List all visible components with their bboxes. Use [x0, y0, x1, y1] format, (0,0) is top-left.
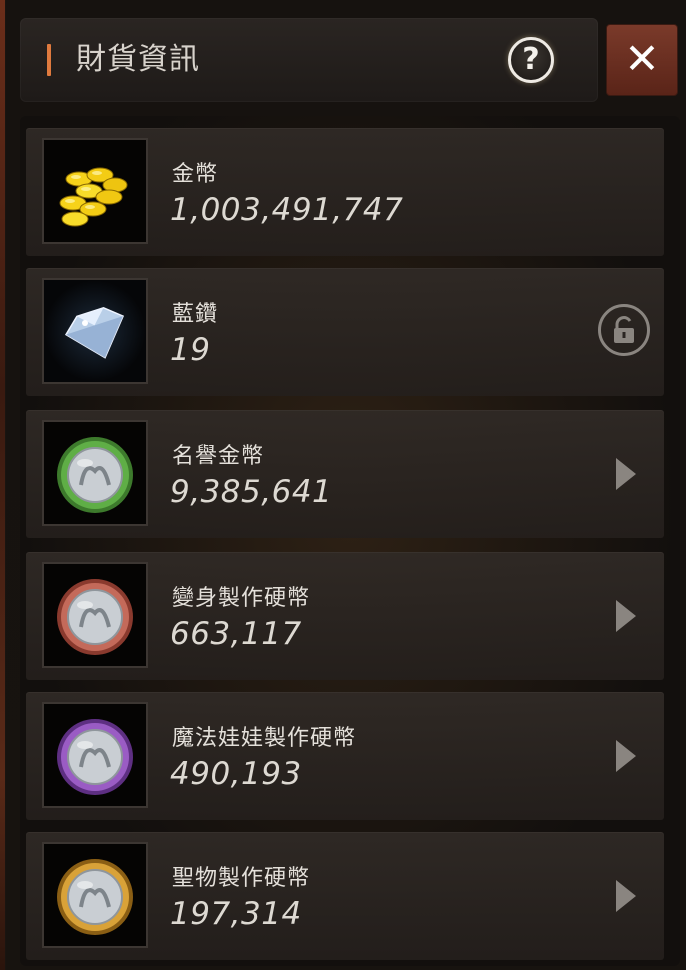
expand-arrow-icon[interactable]	[616, 600, 636, 632]
expand-arrow-icon[interactable]	[616, 880, 636, 912]
currency-value: 197,314	[170, 896, 302, 932]
currency-row-blue-diamond: 藍鑽 19	[26, 268, 664, 396]
currency-value: 1,003,491,747	[170, 192, 404, 228]
currency-row-gold: 金幣 1,003,491,747	[26, 128, 664, 256]
currency-value: 19	[170, 332, 211, 368]
unlock-icon[interactable]	[598, 304, 650, 356]
title-bar: 財貨資訊 ?	[20, 18, 598, 102]
expand-arrow-icon[interactable]	[616, 740, 636, 772]
currency-info-window: 財貨資訊 ? ✕ 金幣 1,003,491,747 藍鑽 19 名譽金幣 9,3…	[6, 0, 686, 970]
window-title: 財貨資訊	[76, 42, 200, 77]
currency-value: 9,385,641	[170, 474, 333, 510]
blue-diamond-icon	[42, 278, 148, 384]
honor-coin-icon	[42, 420, 148, 526]
currency-row-honor-coin: 名譽金幣 9,385,641	[26, 410, 664, 538]
help-button[interactable]: ?	[508, 37, 554, 83]
currency-row-relic-coin: 聖物製作硬幣 197,314	[26, 832, 664, 960]
title-accent-bar	[47, 44, 51, 76]
currency-label: 魔法娃娃製作硬幣	[172, 726, 357, 751]
relic-coin-icon	[42, 842, 148, 948]
currency-label: 藍鑽	[172, 302, 219, 327]
currency-list: 金幣 1,003,491,747 藍鑽 19 名譽金幣 9,385,641 變身…	[20, 116, 680, 966]
left-border	[0, 0, 5, 970]
gold-coins-icon	[42, 138, 148, 244]
expand-arrow-icon[interactable]	[616, 458, 636, 490]
currency-label: 變身製作硬幣	[172, 586, 311, 611]
currency-label: 名譽金幣	[172, 444, 265, 469]
currency-row-polymorph-coin: 變身製作硬幣 663,117	[26, 552, 664, 680]
currency-value: 663,117	[170, 616, 302, 652]
currency-label: 金幣	[172, 162, 219, 187]
polymorph-coin-icon	[42, 562, 148, 668]
currency-label: 聖物製作硬幣	[172, 866, 311, 891]
currency-row-magic-doll-coin: 魔法娃娃製作硬幣 490,193	[26, 692, 664, 820]
close-button[interactable]: ✕	[606, 24, 678, 96]
currency-value: 490,193	[170, 756, 302, 792]
magic-doll-coin-icon	[42, 702, 148, 808]
